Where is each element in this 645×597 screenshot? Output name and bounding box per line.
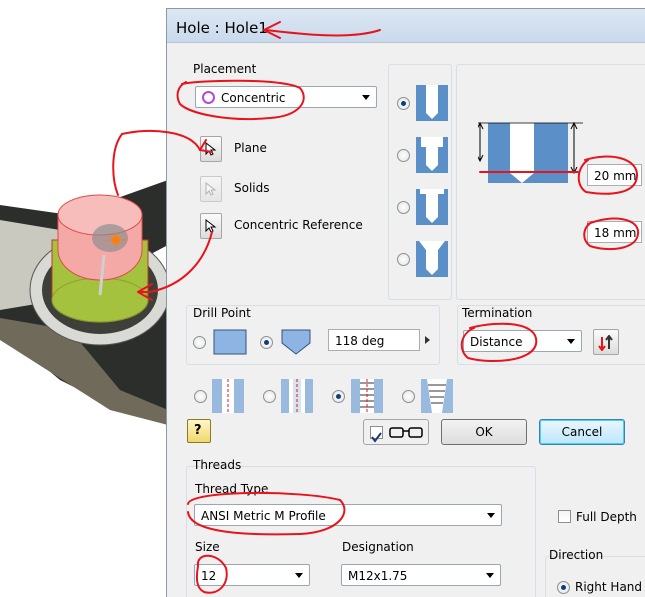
drill-angle-value: 118 deg: [335, 334, 385, 348]
threads-label: Threads: [193, 458, 242, 472]
depth-value: 20 mm: [594, 169, 637, 183]
hole-type-counterbore-radio[interactable]: [397, 149, 410, 162]
termination-select[interactable]: Distance: [463, 330, 582, 352]
concentric-icon: [202, 91, 215, 104]
drilled-hole-icon: [416, 85, 448, 121]
size-value: 12: [201, 569, 217, 583]
cad-viewport[interactable]: [0, 0, 168, 597]
ok-button[interactable]: OK: [441, 419, 527, 445]
spotface-hole-icon: [416, 189, 448, 225]
chevron-down-icon: [487, 513, 495, 518]
simple-hole-icon: [212, 379, 244, 413]
hole-type-spotface-radio[interactable]: [397, 201, 410, 214]
flip-arrow-icon: [598, 335, 613, 351]
hole-depth-value: 18 mm: [594, 226, 637, 240]
hole-style-tapped-radio[interactable]: [332, 390, 345, 403]
hole-style-clearance-radio[interactable]: [263, 390, 276, 403]
angle-menu-icon[interactable]: [421, 329, 435, 351]
full-depth-label: Full Depth: [576, 510, 637, 524]
tapped-hole-icon: [351, 379, 383, 413]
right-hand-label: Right Hand: [575, 580, 643, 594]
plane-label: Plane: [234, 141, 267, 155]
concentric-reference-select-button[interactable]: [200, 213, 222, 239]
termination-label: Termination: [462, 306, 533, 320]
termination-value: Distance: [470, 335, 523, 349]
right-hand-radio[interactable]: [557, 581, 570, 594]
preview-toggle-button[interactable]: [363, 419, 429, 445]
clearance-hole-icon: [281, 379, 313, 413]
hole-type-countersink-radio[interactable]: [397, 253, 410, 266]
model-graphic: [0, 180, 168, 425]
solids-label: Solids: [234, 181, 270, 195]
full-depth-checkbox[interactable]: [558, 510, 571, 523]
concentric-reference-label: Concentric Reference: [234, 218, 363, 232]
counterbore-hole-icon: [416, 137, 448, 173]
flat-drill-point-icon: [213, 329, 247, 355]
drill-point-label: Drill Point: [193, 306, 251, 320]
drill-angle-field[interactable]: 118 deg: [328, 329, 420, 351]
plane-select-button[interactable]: [200, 136, 222, 162]
hole-dialog: Hole : Hole1 Placement Concentric Plane …: [166, 8, 645, 597]
dialog-title: Hole : Hole1: [176, 19, 268, 37]
designation-select[interactable]: M12x1.75: [341, 564, 501, 586]
preview-checkbox[interactable]: [370, 426, 383, 443]
depth-field[interactable]: 20 mm: [587, 164, 642, 186]
taper-tapped-hole-icon: [421, 379, 453, 413]
angled-drill-point-icon: [281, 329, 311, 355]
drill-point-angle-radio[interactable]: [260, 336, 273, 349]
direction-label: Direction: [549, 548, 604, 562]
thread-type-value: ANSI Metric M Profile: [201, 509, 326, 523]
chevron-down-icon: [567, 339, 575, 344]
flip-direction-button[interactable]: [593, 329, 619, 355]
hole-style-simple-radio[interactable]: [194, 390, 207, 403]
placement-type-select[interactable]: Concentric: [195, 86, 377, 108]
checkmark-icon: [371, 432, 382, 443]
chevron-down-icon: [362, 95, 370, 100]
hole-depth-field[interactable]: 18 mm: [587, 221, 642, 243]
designation-label: Designation: [342, 540, 414, 554]
hole-preview-diagram: [478, 121, 583, 183]
solids-select-button[interactable]: [200, 176, 222, 202]
help-button[interactable]: ?: [187, 419, 211, 443]
chevron-down-icon: [295, 573, 303, 578]
size-label: Size: [195, 540, 220, 554]
placement-label: Placement: [193, 62, 257, 76]
hole-type-drilled-radio[interactable]: [397, 97, 410, 110]
cursor-arrow-icon: [205, 142, 217, 156]
title-bar[interactable]: Hole : Hole1: [167, 9, 645, 43]
help-icon: ?: [194, 423, 202, 438]
cancel-button[interactable]: Cancel: [539, 419, 625, 445]
cursor-arrow-icon: [205, 182, 217, 196]
chevron-down-icon: [486, 573, 494, 578]
cursor-arrow-icon: [205, 219, 217, 233]
countersink-hole-icon: [416, 241, 448, 277]
thread-type-label: Thread Type: [195, 482, 269, 496]
placement-type-value: Concentric: [221, 91, 286, 105]
drill-point-flat-radio[interactable]: [193, 336, 206, 349]
designation-value: M12x1.75: [348, 569, 408, 583]
glasses-icon: [389, 427, 423, 438]
size-select[interactable]: 12: [194, 564, 310, 586]
hole-style-taper-tapped-radio[interactable]: [402, 390, 415, 403]
thread-type-select[interactable]: ANSI Metric M Profile: [194, 504, 502, 526]
